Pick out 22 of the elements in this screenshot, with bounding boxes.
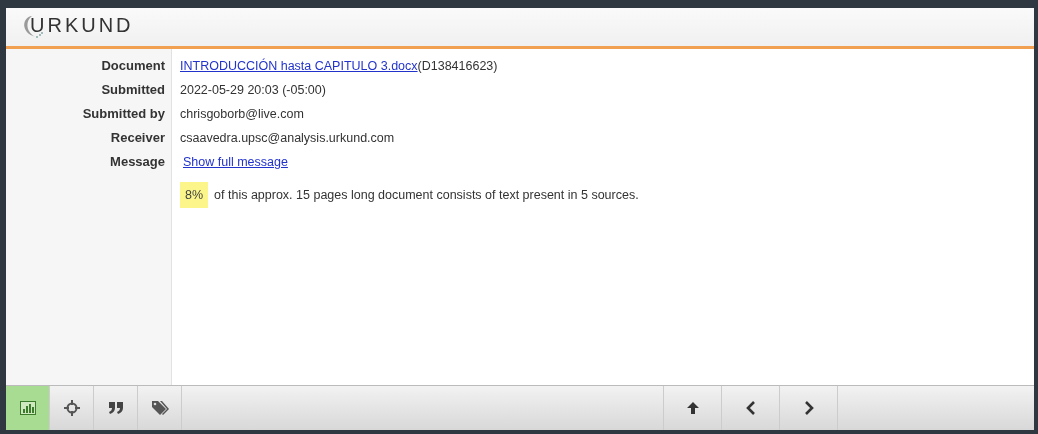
document-link[interactable]: INTRODUCCIÓN hasta CAPITULO 3.docx bbox=[180, 59, 418, 73]
field-value: chrisgoborb@live.com bbox=[180, 107, 304, 121]
field-label: Message bbox=[109, 153, 166, 171]
field-value: csaavedra.upsc@analysis.urkund.com bbox=[180, 131, 395, 145]
field-label: Submitted bbox=[100, 81, 166, 99]
tags-icon bbox=[150, 400, 169, 416]
logo-text: URKUND bbox=[30, 13, 134, 37]
summary-text: of this approx. 15 pages long document consists of text present in 5 sources. bbox=[214, 188, 639, 202]
chevron-left-icon bbox=[745, 401, 756, 415]
percent-badge: 8% bbox=[180, 182, 209, 208]
field-label: Document bbox=[100, 57, 166, 75]
chart-icon bbox=[19, 401, 36, 415]
document-id: (D138416623) bbox=[417, 59, 498, 73]
field-label: Submitted by bbox=[81, 105, 166, 123]
show-message-link[interactable]: Show full message bbox=[183, 155, 288, 169]
crosshair-icon bbox=[63, 400, 80, 416]
field-label: Receiver bbox=[109, 129, 166, 147]
chevron-right-icon bbox=[803, 401, 814, 415]
quote-icon bbox=[107, 401, 124, 415]
chart-tool-button[interactable] bbox=[6, 386, 50, 430]
up-arrow-icon bbox=[685, 401, 700, 415]
field-value: 2022-05-29 20:03 (-05:00) bbox=[180, 83, 326, 97]
